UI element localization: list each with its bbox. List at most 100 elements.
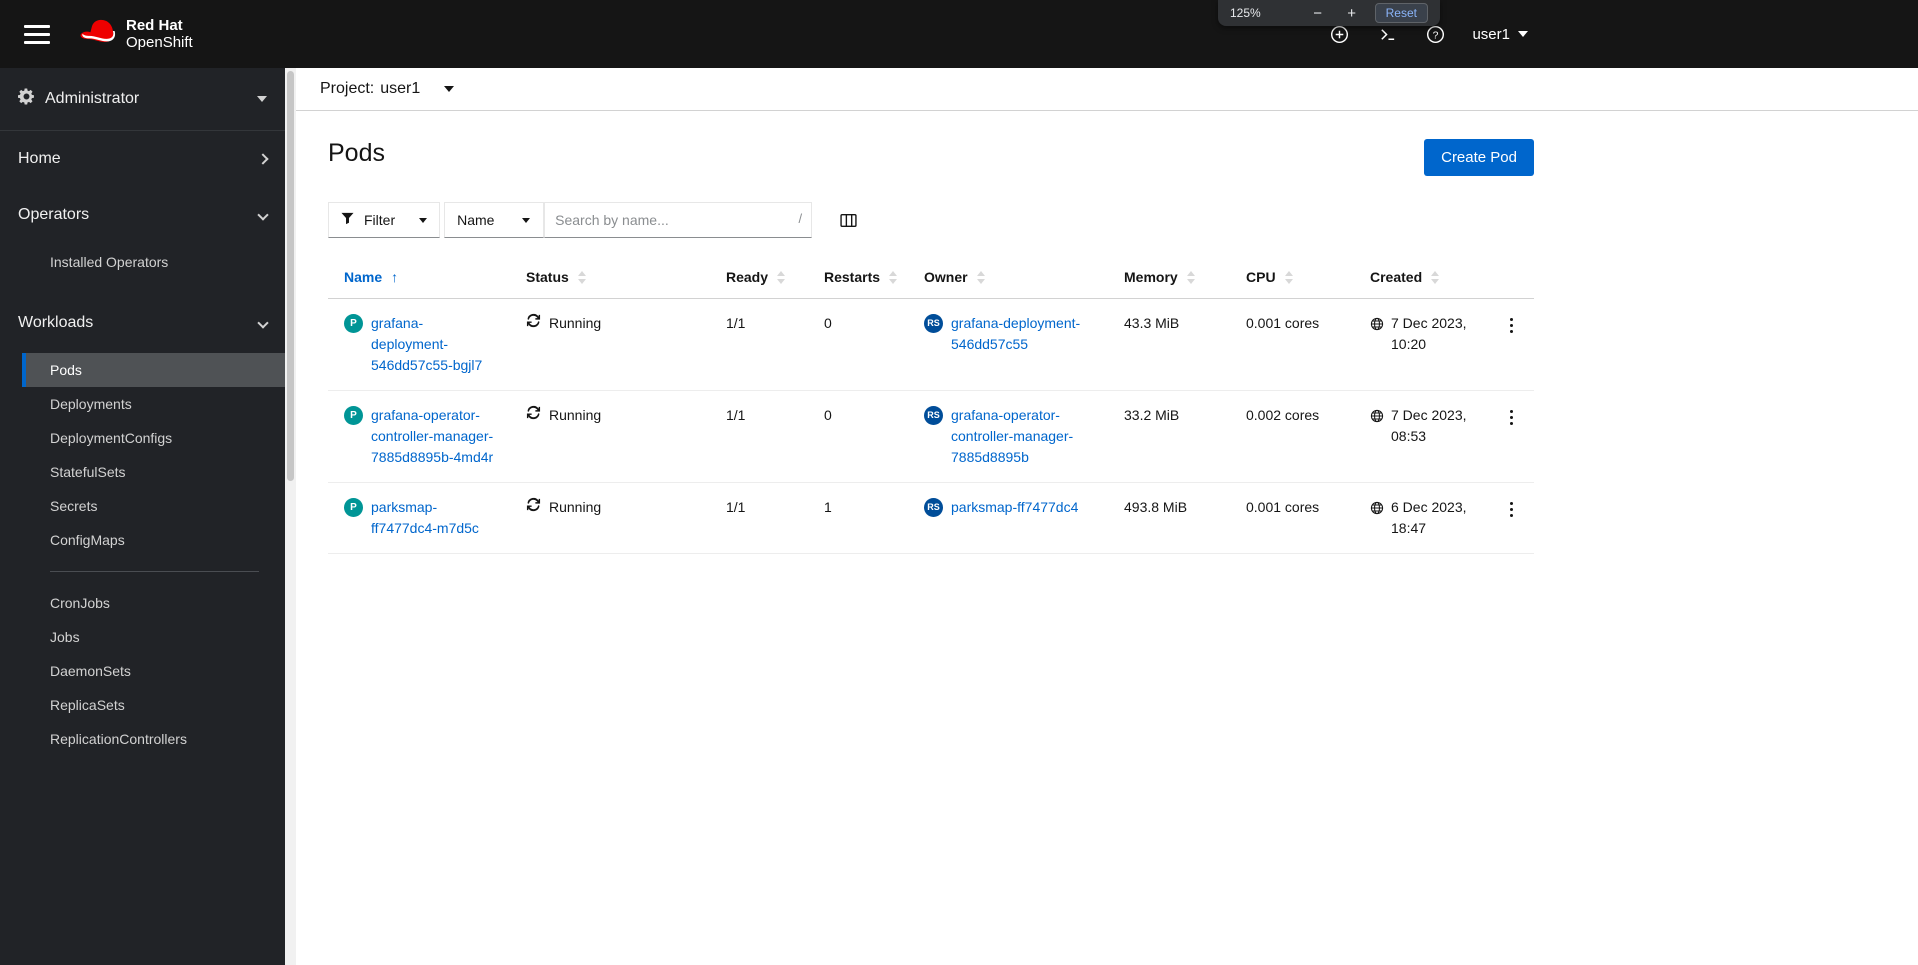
terminal-icon[interactable] <box>1376 23 1398 45</box>
owner-link[interactable]: grafana-deployment-546dd57c55 <box>951 313 1092 355</box>
redhat-fedora-icon <box>76 17 116 51</box>
sidebar-item-statefulsets[interactable]: StatefulSets <box>0 455 285 489</box>
column-header-actions <box>1486 256 1534 299</box>
pod-memory: 33.2 MiB <box>1108 390 1230 483</box>
sort-icon <box>1284 270 1293 284</box>
sidebar-item-operators[interactable]: Operators <box>0 187 285 243</box>
pod-name-link[interactable]: parksmap-ff7477dc4-m7d5c <box>371 497 494 539</box>
sort-icon <box>1431 270 1440 284</box>
pod-cpu: 0.002 cores <box>1230 390 1354 483</box>
masthead: Red Hat OpenShift ? user1 <box>0 0 1918 68</box>
project-value: user1 <box>380 80 421 97</box>
table-header-row: Name ↑ Status Ready Restarts Owner Memor… <box>328 256 1534 299</box>
pod-memory: 43.3 MiB <box>1108 298 1230 391</box>
page-title: Pods <box>328 139 385 167</box>
pod-status: Running <box>549 315 602 331</box>
globe-icon <box>1370 500 1384 521</box>
sidebar-item-daemonsets[interactable]: DaemonSets <box>0 654 285 688</box>
column-management-button[interactable] <box>840 212 857 229</box>
table-row: P grafana-deployment-546dd57c55-bgjl7 Ru… <box>328 298 1534 391</box>
pod-status: Running <box>549 499 602 515</box>
username: user1 <box>1472 25 1510 43</box>
pod-name-link[interactable]: grafana-deployment-546dd57c55-bgjl7 <box>371 313 494 376</box>
sort-icon <box>889 270 898 284</box>
help-icon[interactable]: ? <box>1424 23 1446 45</box>
nav-toggle-hamburger-icon[interactable] <box>24 24 50 44</box>
redhat-openshift-logo[interactable]: Red Hat OpenShift <box>76 17 193 51</box>
pod-badge: P <box>344 314 363 333</box>
kebab-menu-button[interactable] <box>1502 313 1521 338</box>
globe-icon <box>1370 408 1384 429</box>
nav-divider <box>50 571 259 572</box>
perspective-switcher[interactable]: Administrator <box>0 68 285 131</box>
project-selector[interactable]: Project: user1 <box>320 80 455 98</box>
column-header-cpu[interactable]: CPU <box>1230 256 1354 299</box>
zoom-reset-button[interactable]: Reset <box>1374 3 1428 23</box>
project-label: Project: <box>320 80 375 97</box>
search-attribute-dropdown[interactable]: Name <box>444 202 545 238</box>
project-bar: Project: user1 <box>296 68 1918 111</box>
pod-created: 7 Dec 2023, 10:20 <box>1391 315 1467 352</box>
funnel-icon <box>341 212 354 228</box>
pod-restarts: 1 <box>808 482 908 554</box>
replicaset-badge: RS <box>924 406 943 425</box>
search-input[interactable] <box>544 202 813 238</box>
owner-link[interactable]: grafana-operator-controller-manager-7885… <box>951 405 1092 468</box>
sidebar-item-workloads[interactable]: Workloads <box>0 295 285 351</box>
pod-name-link[interactable]: grafana-operator-controller-manager-7885… <box>371 405 494 468</box>
chevron-right-icon <box>257 153 269 165</box>
sort-icon <box>777 270 786 284</box>
nav-group-label: Workloads <box>18 314 94 331</box>
sync-icon <box>526 497 541 518</box>
sidebar-item-configmaps[interactable]: ConfigMaps <box>0 523 285 557</box>
sidebar-nav: Administrator Home Operators Installed O… <box>0 68 296 965</box>
column-header-created[interactable]: Created <box>1354 256 1486 299</box>
workloads-sublist: Pods Deployments DeploymentConfigs State… <box>0 351 285 772</box>
sidebar-item-replicasets[interactable]: ReplicaSets <box>0 688 285 722</box>
browser-zoom-overlay: 125% − + Reset <box>1218 0 1440 26</box>
chevron-down-icon <box>522 217 531 223</box>
pod-status: Running <box>549 407 602 423</box>
sidebar-item-jobs[interactable]: Jobs <box>0 620 285 654</box>
chevron-down-icon <box>419 217 428 223</box>
column-header-status[interactable]: Status <box>510 256 710 299</box>
column-header-name[interactable]: Name ↑ <box>328 256 510 299</box>
column-header-owner[interactable]: Owner <box>908 256 1108 299</box>
sidebar-item-cronjobs[interactable]: CronJobs <box>0 586 285 620</box>
quick-create-plus-icon[interactable] <box>1328 23 1350 45</box>
column-header-restarts[interactable]: Restarts <box>808 256 908 299</box>
kebab-menu-button[interactable] <box>1502 405 1521 430</box>
sync-icon <box>526 405 541 426</box>
sidebar-scrollbar-thumb[interactable] <box>287 71 294 481</box>
sidebar-item-replicationcontrollers[interactable]: ReplicationControllers <box>0 722 285 756</box>
pod-created: 7 Dec 2023, 08:53 <box>1391 407 1467 444</box>
filter-dropdown[interactable]: Filter <box>328 202 441 238</box>
operators-sublist: Installed Operators <box>0 243 285 295</box>
column-header-memory[interactable]: Memory <box>1108 256 1230 299</box>
user-menu-button[interactable]: user1 <box>1472 26 1528 43</box>
svg-text:?: ? <box>1433 30 1439 41</box>
sidebar-item-installed-operators[interactable]: Installed Operators <box>0 245 285 279</box>
sidebar-item-deployments[interactable]: Deployments <box>0 387 285 421</box>
zoom-out-button[interactable]: − <box>1307 6 1329 21</box>
create-pod-button[interactable]: Create Pod <box>1424 139 1534 176</box>
filter-label: Filter <box>364 212 396 228</box>
sidebar-scrollbar[interactable] <box>285 68 296 965</box>
replicaset-badge: RS <box>924 498 943 517</box>
attribute-label: Name <box>457 212 495 228</box>
owner-link[interactable]: parksmap-ff7477dc4 <box>951 497 1078 518</box>
sidebar-item-pods[interactable]: Pods <box>22 353 285 387</box>
nav-group-label: Home <box>18 150 61 167</box>
kebab-menu-button[interactable] <box>1502 497 1521 522</box>
globe-icon <box>1370 316 1384 337</box>
pod-ready: 1/1 <box>710 298 808 391</box>
nav-group-label: Operators <box>18 206 90 223</box>
column-header-ready[interactable]: Ready <box>710 256 808 299</box>
pod-cpu: 0.001 cores <box>1230 482 1354 554</box>
zoom-in-button[interactable]: + <box>1341 6 1363 21</box>
pods-table: Name ↑ Status Ready Restarts Owner Memor… <box>328 256 1534 554</box>
sidebar-item-secrets[interactable]: Secrets <box>0 489 285 523</box>
pod-restarts: 0 <box>808 298 908 391</box>
sidebar-item-deploymentconfigs[interactable]: DeploymentConfigs <box>0 421 285 455</box>
sidebar-item-home[interactable]: Home <box>0 131 285 187</box>
